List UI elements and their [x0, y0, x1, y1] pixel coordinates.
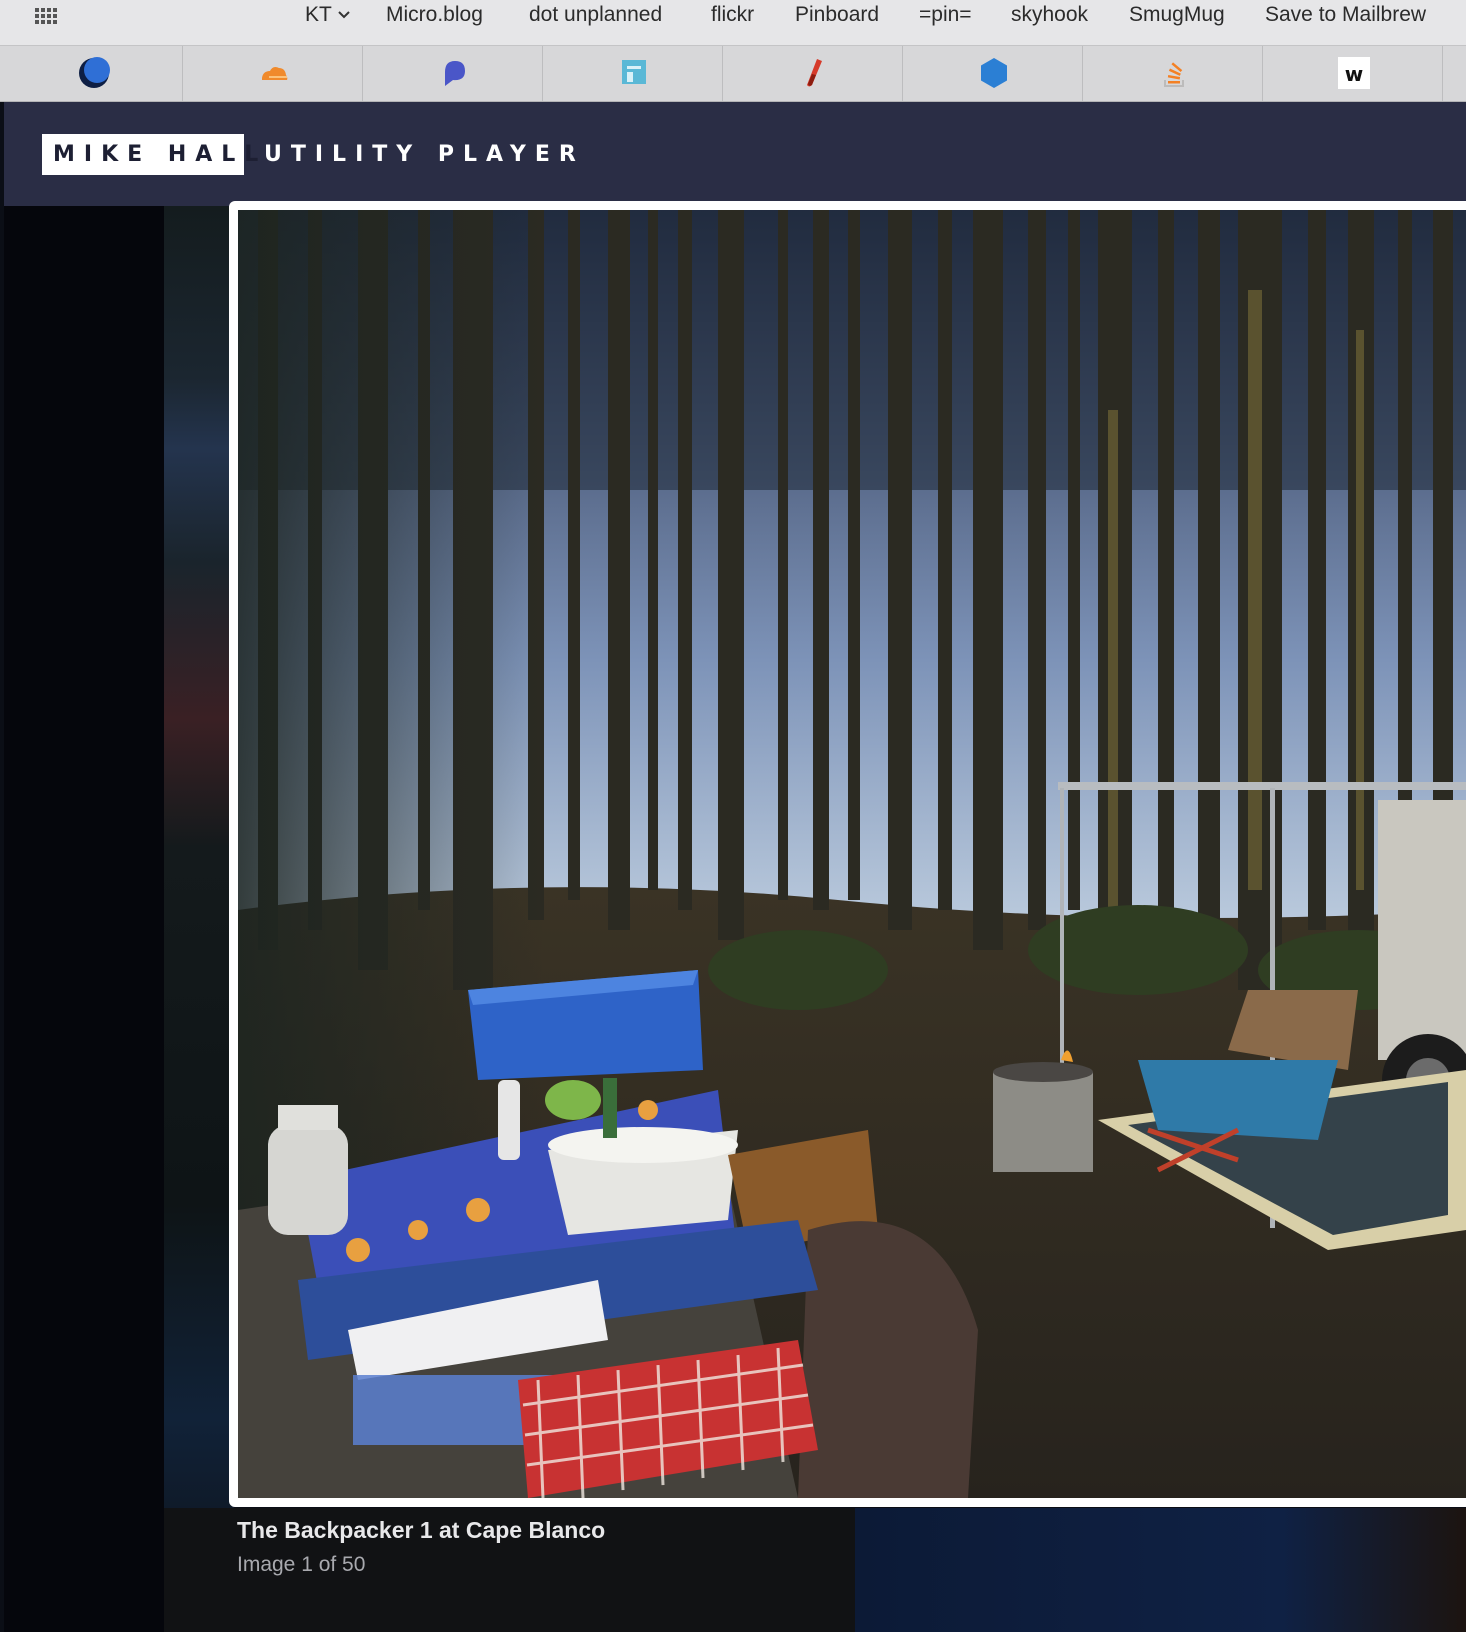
tab-strip: w [0, 46, 1466, 102]
speech-bubble-icon [445, 61, 465, 86]
site-tagline: UTILITY PLAYER [264, 142, 585, 167]
lightbox-backdrop[interactable] [4, 206, 164, 1632]
tab-5[interactable] [723, 46, 903, 101]
tab-6[interactable] [903, 46, 1083, 101]
stack-overflow-icon [1164, 62, 1184, 87]
apps-grid-icon[interactable] [33, 5, 59, 31]
photo-caption: The Backpacker 1 at Cape Blanco [237, 1517, 606, 1543]
tab-7[interactable] [1083, 46, 1263, 101]
tab-4[interactable] [543, 46, 723, 101]
bookmark-smugmug[interactable]: SmugMug [1129, 3, 1225, 27]
bookmarks-bar: KT Micro.blog dot unplanned flickr Pinbo… [0, 0, 1466, 46]
bookmark-pin[interactable]: =pin= [919, 3, 972, 27]
cloud-icon [262, 67, 288, 80]
tab-2[interactable] [183, 46, 363, 101]
notepad-icon [622, 60, 646, 84]
tab-8[interactable]: w [1263, 46, 1443, 101]
site-logo[interactable]: MIKE HALL [42, 134, 258, 175]
site-header: MIKE HALL UTILITY PLAYER [4, 102, 1466, 206]
hexagon-icon [981, 58, 1007, 88]
test-tube-icon [807, 59, 822, 87]
tab-3[interactable] [363, 46, 543, 101]
photo-counter: Image 1 of 50 [237, 1553, 366, 1576]
w-logo-icon: w [1338, 57, 1370, 89]
bookmark-flickr[interactable]: flickr [711, 3, 754, 27]
bookmark-micro-blog[interactable]: Micro.blog [386, 3, 483, 27]
crescent-moon-icon [79, 57, 110, 88]
bookmark-pinboard[interactable]: Pinboard [795, 3, 879, 27]
svg-text:w: w [1345, 62, 1363, 86]
chevron-down-icon [338, 11, 350, 19]
bookmark-folder-label: KT [305, 3, 332, 26]
bookmark-skyhook[interactable]: skyhook [1011, 3, 1088, 27]
background-gallery-bottom [855, 1508, 1466, 1632]
bookmark-folder-kt[interactable]: KT [305, 3, 350, 27]
bookmark-save-to-mailbrew[interactable]: Save to Mailbrew [1265, 3, 1426, 27]
campsite-photo[interactable] [238, 210, 1466, 1498]
background-gallery-strip [164, 206, 234, 1632]
bookmark-dot-unplanned[interactable]: dot unplanned [529, 3, 662, 27]
tab-1[interactable] [3, 46, 183, 101]
